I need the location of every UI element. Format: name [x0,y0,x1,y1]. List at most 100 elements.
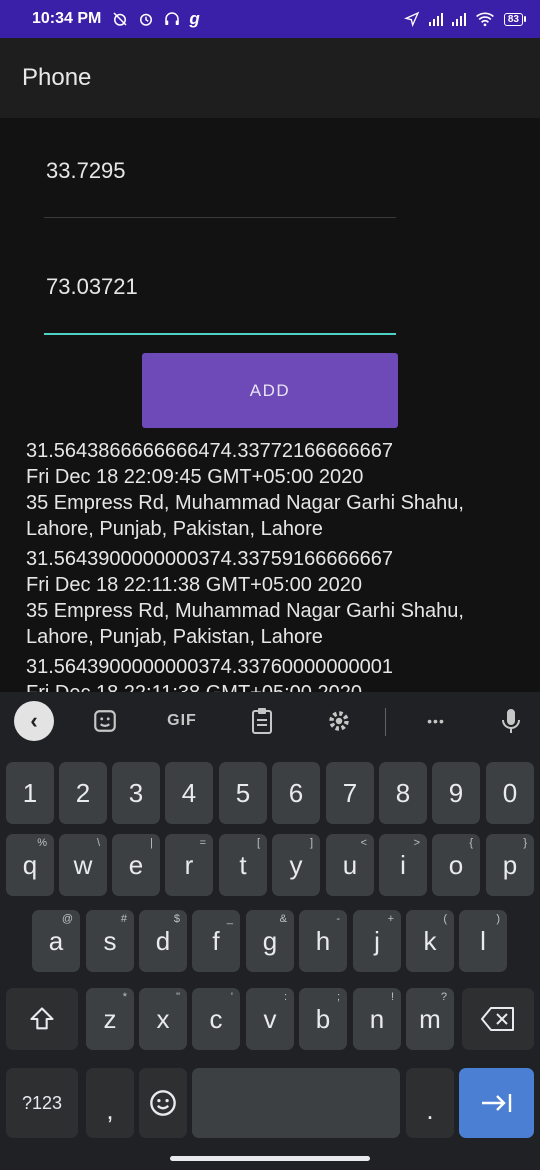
key-t[interactable]: [t [219,834,267,896]
key-i[interactable]: > i [379,834,427,896]
location-records-list: 31.5643866666666474.33772166666667 Fri D… [26,438,536,692]
more-options-icon[interactable]: ••• [416,704,456,738]
key-j[interactable]: + j [353,910,401,972]
period-key[interactable]: . [406,1068,454,1138]
backspace-key[interactable] [462,988,534,1050]
comma-key[interactable]: , [86,1068,134,1138]
backspace-icon [481,1007,514,1031]
gear-icon[interactable] [322,704,356,738]
keyboard-toolbar: ‹ GIF ••• [0,692,540,750]
alarm-icon [140,13,153,26]
key-w[interactable]: \ w [59,834,107,896]
key-c[interactable]: ' c [192,988,240,1050]
key-p[interactable]: } p [486,834,534,896]
headset-icon [165,12,180,25]
latitude-input[interactable] [44,158,396,184]
key-y[interactable]: ] y [272,834,320,896]
key-d[interactable]: $ d [139,910,187,972]
emoji-icon [150,1090,176,1116]
battery-icon: 83 [503,12,526,26]
key-3[interactable]: 3 [112,762,160,824]
longitude-field[interactable] [44,274,396,335]
location-arrow-icon [403,11,420,27]
record-coords: 31.5643900000000374.33759166666667 [26,548,394,570]
record-date: Fri Dec 18 22:11:38 GMT+05:00 2020 [26,574,362,596]
key-q[interactable]: % q [6,834,54,896]
signal-1-icon [428,12,443,26]
key-2[interactable]: 2 [59,762,107,824]
wifi-icon [475,12,494,27]
key-z[interactable]: * z [86,988,134,1050]
record-coords: 31.5643866666666474.33772166666667 [26,440,394,462]
alarm-off-icon [113,12,127,26]
keyboard-row-3: * z " x ' c :v ; b ! n ? m [0,988,540,1050]
chevron-left-icon[interactable]: ‹ [14,701,54,741]
record-address-line1: 35 Empress Rd, Muhammad Nagar Garhi Shah… [26,492,464,514]
tab-next-icon [481,1094,511,1112]
microphone-icon[interactable] [496,704,526,738]
list-item: 31.5643900000000374.33759166666667 Fri D… [26,546,536,650]
sticker-icon[interactable] [88,704,122,738]
key-g[interactable]: & g [246,910,294,972]
key-5[interactable]: 5 [219,762,267,824]
keyboard-row-1: % q \ w | e = r [t ] y < u > i {o } p [0,834,540,896]
longitude-underline [44,333,396,335]
key-u[interactable]: < u [326,834,374,896]
latitude-underline [44,217,396,218]
app-g-icon: g [189,9,200,28]
space-key[interactable] [192,1068,400,1138]
key-a[interactable]: @ a [32,910,80,972]
main-content: ADD 31.5643866666666474.33772166666667 F… [0,118,540,692]
home-gesture-pill[interactable] [170,1156,370,1161]
longitude-input[interactable] [44,274,396,300]
emoji-key[interactable] [139,1068,187,1138]
add-button[interactable]: ADD [142,353,398,428]
keyboard-bottom-row: ?123 , . [0,1068,540,1138]
list-item: 31.5643866666666474.33772166666667 Fri D… [26,438,536,542]
on-screen-keyboard: ‹ GIF ••• 1 2 3 4 5 6 7 8 9 0 % q \ w | e =… [0,692,540,1170]
key-k[interactable]: (k [406,910,454,972]
app-bar: Phone [0,38,540,118]
shift-icon [30,1007,54,1030]
app-title: Phone [22,64,92,91]
battery-level: 83 [503,12,523,26]
shift-key[interactable] [6,988,78,1050]
key-6[interactable]: 6 [272,762,320,824]
status-time: 10:34 PM [32,10,102,27]
latitude-field[interactable] [44,158,396,218]
clipboard-icon[interactable] [245,704,279,738]
key-1[interactable]: 1 [6,762,54,824]
key-b[interactable]: ; b [299,988,347,1050]
navigation-bar [0,1146,540,1170]
key-f[interactable]: _ f [192,910,240,972]
key-l[interactable]: ) l [459,910,507,972]
key-9[interactable]: 9 [432,762,480,824]
gif-button[interactable]: GIF [160,704,204,738]
key-8[interactable]: 8 [379,762,427,824]
record-address-line1: 35 Empress Rd, Muhammad Nagar Garhi Shah… [26,600,464,622]
signal-2-icon [451,12,466,26]
key-e[interactable]: | e [112,834,160,896]
next-field-key[interactable] [459,1068,534,1138]
symbols-key[interactable]: ?123 [6,1068,78,1138]
key-4[interactable]: 4 [165,762,213,824]
key-s[interactable]: # s [86,910,134,972]
record-address-line2: Lahore, Punjab, Pakistan, Lahore [26,626,323,648]
key-n[interactable]: ! n [353,988,401,1050]
list-item: 31.5643900000000374.33760000000001 Fri D… [26,654,536,692]
key-7[interactable]: 7 [326,762,374,824]
key-r[interactable]: = r [165,834,213,896]
record-date: Fri Dec 18 22:09:45 GMT+05:00 2020 [26,466,364,488]
record-coords: 31.5643900000000374.33760000000001 [26,656,394,678]
key-v[interactable]: :v [246,988,294,1050]
keyboard-row-2: @ a # s $ d _ f & g -h + j (k ) l [0,910,540,972]
record-date: Fri Dec 18 22:11:38 GMT+05:00 2020 [26,680,536,692]
status-bar: 10:34 PM g 83 [0,0,540,38]
key-x[interactable]: " x [139,988,187,1050]
key-m[interactable]: ? m [406,988,454,1050]
key-0[interactable]: 0 [486,762,534,824]
key-h[interactable]: -h [299,910,347,972]
keyboard-number-row: 1 2 3 4 5 6 7 8 9 0 [0,762,540,824]
key-o[interactable]: {o [432,834,480,896]
record-address-line2: Lahore, Punjab, Pakistan, Lahore [26,518,323,540]
